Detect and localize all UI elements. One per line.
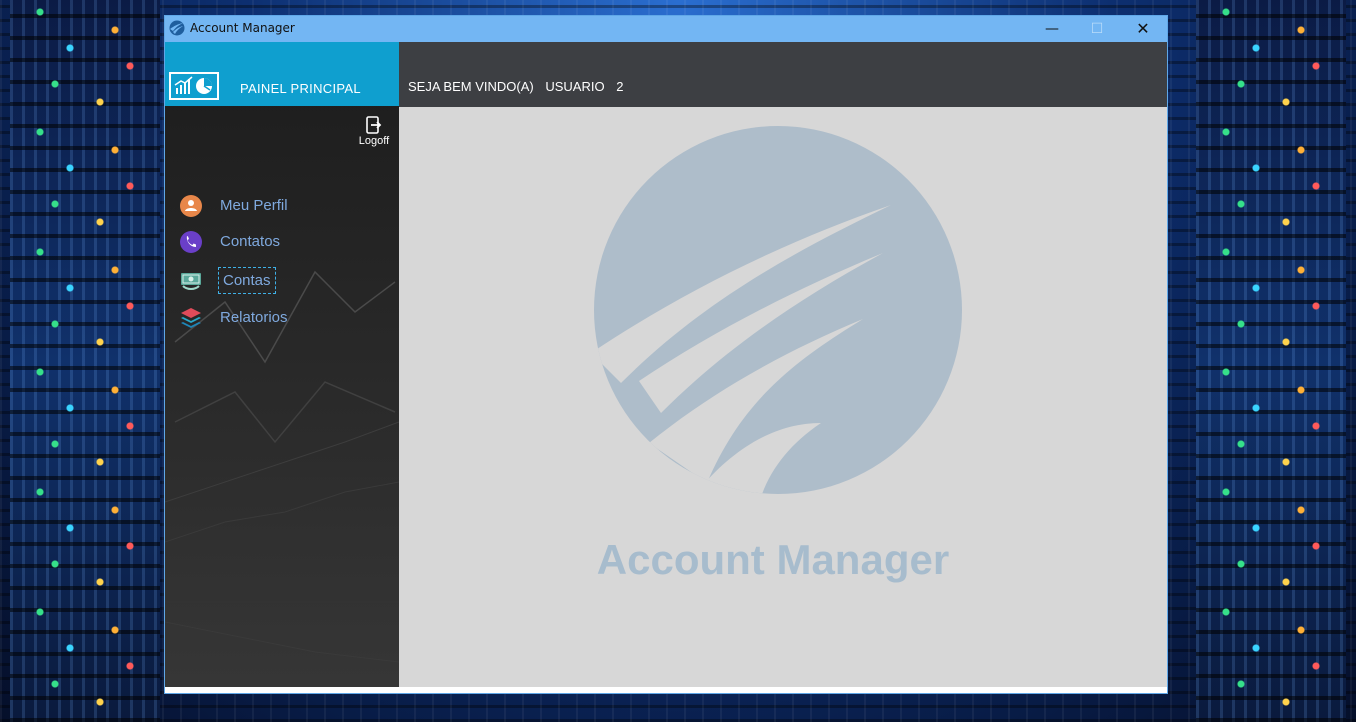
nav-label-contas: Contas — [218, 267, 276, 294]
window-bottom-border — [165, 687, 1167, 693]
close-button[interactable]: ✕ — [1120, 16, 1166, 42]
sidebar: PAINEL PRINCIPAL Logoff Meu Perfil Conta… — [165, 42, 399, 687]
nav-label-relatorios: Relatorios — [220, 309, 288, 326]
layers-icon — [181, 308, 201, 328]
title-bar[interactable]: Account Manager — ☐ ✕ — [165, 16, 1167, 42]
nav-label-meu-perfil: Meu Perfil — [220, 197, 288, 214]
nav-item-relatorios[interactable]: Relatorios — [177, 304, 387, 332]
dashboard-icon — [169, 72, 219, 100]
phone-icon — [180, 231, 202, 253]
app-window: Account Manager — ☐ ✕ PAINEL PRINCIPAL L… — [165, 16, 1167, 693]
main-content: Account Manager — [399, 107, 1167, 687]
money-icon — [181, 273, 201, 290]
header-bar: SEJA BEM VINDO(A) USUARIO 2 — [399, 42, 1167, 107]
welcome-message: SEJA BEM VINDO(A) USUARIO 2 — [408, 79, 631, 94]
brand-logo-icon — [594, 126, 962, 494]
minimize-button[interactable]: — — [1029, 16, 1075, 42]
logoff-button[interactable]: Logoff — [354, 116, 394, 147]
nav-item-meu-perfil[interactable]: Meu Perfil — [177, 192, 387, 220]
user-number: 2 — [616, 79, 624, 94]
welcome-label: SEJA BEM VINDO(A) — [408, 79, 534, 94]
nav-item-contatos[interactable]: Contatos — [177, 228, 387, 256]
sidebar-header: PAINEL PRINCIPAL — [165, 42, 399, 106]
logoff-icon — [366, 116, 382, 134]
brand-name: Account Manager — [596, 536, 950, 583]
user-profile-icon — [180, 195, 202, 217]
window-title: Account Manager — [190, 21, 295, 35]
app-logo-icon — [169, 20, 185, 36]
logoff-label: Logoff — [358, 135, 390, 147]
user-name: USUARIO — [545, 79, 605, 94]
server-leds-right — [1196, 0, 1346, 722]
server-leds-left — [10, 0, 160, 722]
nav-label-contatos: Contatos — [220, 233, 281, 250]
maximize-button[interactable]: ☐ — [1074, 16, 1120, 42]
sidebar-title: PAINEL PRINCIPAL — [240, 81, 361, 96]
nav-item-contas[interactable]: Contas — [177, 266, 387, 294]
